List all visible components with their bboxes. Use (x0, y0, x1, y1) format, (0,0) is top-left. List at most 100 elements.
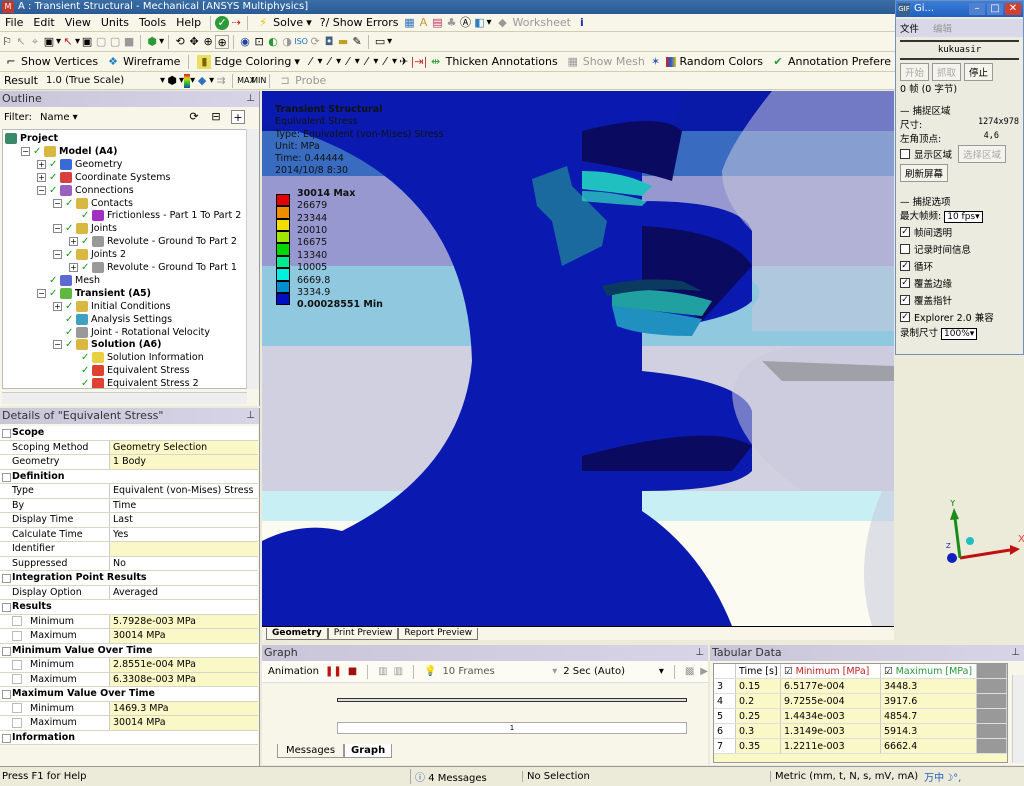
expand-toggle[interactable]: + (69, 237, 78, 247)
gif-select-region-button[interactable]: 选择区域 (958, 144, 1007, 163)
parameter-checkbox[interactable] (12, 630, 22, 641)
expand-toggle[interactable]: + (37, 159, 46, 169)
display-plane-icon[interactable]: ◘ (322, 35, 336, 49)
label-icon[interactable]: ✎ (350, 35, 364, 49)
details-row[interactable]: Type Equivalent (von-Mises) Stress (0, 484, 258, 499)
box-zoom-icon[interactable]: ⊕ (215, 34, 230, 49)
header-maximum[interactable]: ☑ Maximum [MPa] (881, 664, 977, 678)
property-value[interactable] (110, 542, 258, 556)
thicken-annotations-button[interactable]: ⇹ Thicken Annotations (425, 55, 562, 69)
details-section[interactable]: Integration Point Results (0, 571, 258, 586)
result-legend[interactable]: Transient Structural Equivalent Stress T… (275, 104, 444, 320)
tree-node[interactable]: ✓ Analysis Settings (53, 313, 172, 326)
tab-messages[interactable]: Messages (277, 744, 345, 758)
property-value[interactable]: 6.3308e-003 MPa (110, 672, 258, 686)
maximum-checkbox[interactable]: ☑ (884, 666, 893, 677)
parameter-checkbox[interactable] (12, 659, 22, 670)
maximize-icon[interactable]: □ (987, 3, 1003, 15)
gif-fps-select[interactable]: 10 fps▾ (944, 211, 983, 223)
tree-node[interactable]: + ✓ Geometry (37, 158, 122, 171)
image-icon[interactable]: ◧ (473, 16, 487, 30)
select-point-icon[interactable]: ↖ (14, 35, 28, 49)
table-row[interactable]: 3 0.15 6.5177e-004 3448.3 (714, 679, 1007, 694)
gif-stop-button[interactable]: 停止 (964, 63, 994, 81)
select-vertex-icon[interactable]: ■ (122, 35, 136, 49)
details-section[interactable]: Minimum Value Over Time (0, 643, 258, 658)
cursor-select-icon[interactable]: ↖ (61, 35, 75, 49)
table-row[interactable]: 6 0.3 1.3149e-003 5914.3 (714, 724, 1007, 739)
minimum-checkbox[interactable]: ☑ (784, 666, 793, 677)
expand-toggle[interactable]: − (53, 198, 62, 208)
details-section[interactable]: Information (0, 730, 258, 745)
ruler-icon[interactable]: ▬ (336, 35, 350, 49)
tree-node[interactable]: − ✓ Joints 2 (53, 248, 126, 261)
property-value[interactable]: 5.7928e-003 MPa (110, 614, 258, 628)
menu-view[interactable]: View (60, 16, 96, 29)
tree-node[interactable]: − ✓ Model (A4) (21, 145, 117, 158)
pause-icon[interactable]: ❚❚ (325, 666, 342, 677)
table-row[interactable]: 5 0.25 1.4434e-003 4854.7 (714, 709, 1007, 724)
details-row[interactable]: Maximum 30014 MPa (0, 716, 258, 731)
tree-node[interactable]: − ✓ Solution (A6) (53, 338, 161, 351)
details-row[interactable]: Minimum 2.8551e-004 MPa (0, 658, 258, 673)
show-vertices-button[interactable]: ⌐ Show Vertices (0, 55, 102, 69)
new-chart-icon[interactable]: ▤ (431, 16, 445, 30)
stop-icon[interactable]: ■ (348, 666, 357, 677)
triad-icon[interactable]: ✶ (649, 55, 663, 69)
tree-node[interactable]: Project (5, 132, 58, 145)
tree-node[interactable]: ✓ Equivalent Stress (69, 364, 190, 377)
tree-node[interactable]: ✓ Mesh (37, 274, 100, 287)
gif-refresh-button[interactable]: 刷新屏幕 (900, 164, 949, 182)
expand-toggle[interactable]: − (37, 185, 46, 195)
menu-file[interactable]: File (0, 16, 28, 29)
vector-icon[interactable]: ⇉ (214, 74, 228, 88)
property-value[interactable]: 30014 MPa (110, 716, 258, 730)
expand-toggle[interactable]: + (53, 301, 62, 311)
worksheet-button[interactable]: ◆ Worksheet (492, 16, 575, 30)
show-errors-button[interactable]: ?/ Show Errors (316, 16, 403, 29)
edges-display-icon[interactable]: ◆ (195, 74, 209, 88)
expand-toggle[interactable]: − (37, 288, 46, 298)
next-view-icon[interactable]: ◑ (280, 35, 294, 49)
tree-node[interactable]: ✓ Joint - Rotational Velocity (53, 326, 210, 339)
comment-icon[interactable]: ♣ (445, 16, 459, 30)
select-face-icon[interactable]: ▢ (94, 35, 108, 49)
pan-icon[interactable]: ✥ (187, 35, 201, 49)
tab-graph[interactable]: Graph (344, 744, 393, 758)
details-row[interactable]: Minimum 1469.3 MPa (0, 701, 258, 716)
extend-selection-icon[interactable]: ⬢ (145, 35, 159, 49)
tree-node[interactable]: ✓ Solution Information (69, 351, 204, 364)
pin-icon[interactable]: ⊥ (1011, 645, 1020, 661)
scale-dropdown[interactable]: 1.0 (True Scale) (42, 75, 160, 86)
wireframe-button[interactable]: ❖ Wireframe (102, 55, 184, 69)
details-row[interactable]: By Time (0, 498, 258, 513)
check-icon[interactable]: ✓ (215, 15, 230, 30)
new-text-icon[interactable]: Ａ (417, 16, 431, 30)
details-row[interactable]: Geometry 1 Body (0, 455, 258, 470)
tree-node[interactable]: ✓ Frictionless - Part 1 To Part 2 (69, 209, 241, 222)
new-figure-icon[interactable]: ▦ (403, 16, 417, 30)
select-type-icon[interactable]: ▣ (42, 35, 56, 49)
lightbulb-icon[interactable]: 💡 (424, 666, 436, 677)
property-value[interactable]: Geometry Selection (110, 440, 258, 454)
gif-option-checkbox[interactable]: ✓ 覆盖边缘 (900, 274, 1019, 291)
tabular-vscrollbar[interactable] (1012, 675, 1024, 763)
parameter-checkbox[interactable] (12, 703, 22, 713)
property-value[interactable]: 1469.3 MPa (110, 701, 258, 715)
details-row[interactable]: Scoping Method Geometry Selection (0, 440, 258, 455)
gif-option-checkbox[interactable]: ✓ Explorer 2.0 兼容 (900, 308, 1019, 325)
expand-toggle[interactable]: − (53, 224, 62, 234)
tree-node[interactable]: ✓ Equivalent Stress 2 (69, 377, 199, 388)
gif-show-region-checkbox[interactable]: 显示区域 选择区域 (900, 144, 1019, 163)
menu-edit[interactable]: Edit (28, 16, 59, 29)
edge-display-k-icon[interactable]: ⁄ (378, 55, 392, 69)
gif-option-checkbox[interactable]: ✓ 覆盖指针 (900, 291, 1019, 308)
pin-icon[interactable]: ⊥ (695, 645, 704, 661)
timeline-bar[interactable] (337, 698, 687, 702)
details-row[interactable]: Identifier (0, 542, 258, 557)
chevron-down-icon[interactable]: ▾ (159, 36, 164, 47)
tree-node[interactable]: − ✓ Transient (A5) (37, 287, 151, 300)
set-view-icon[interactable]: ⟳ (308, 35, 322, 49)
rotate-icon[interactable]: ⟲ (173, 35, 187, 49)
previous-frame-icon[interactable]: ▥ (378, 666, 387, 677)
